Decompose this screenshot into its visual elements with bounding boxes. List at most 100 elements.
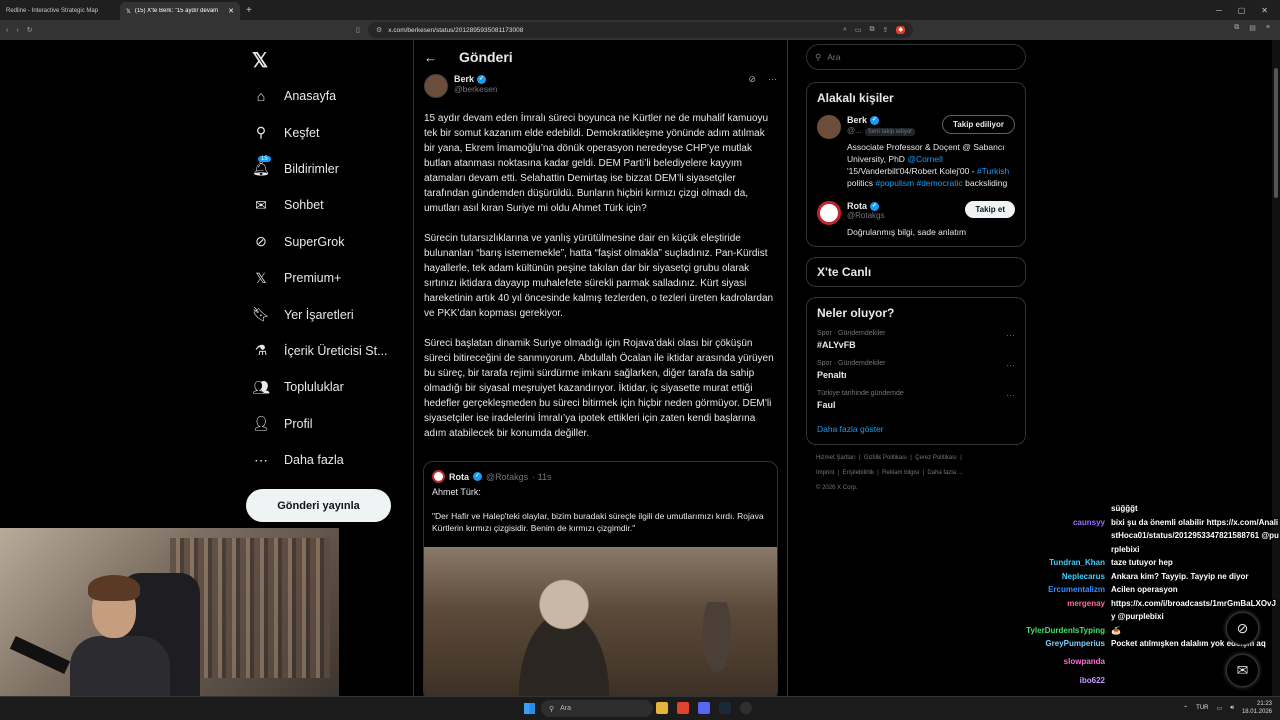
grok-floating-button[interactable]: ⊘	[1226, 612, 1259, 645]
install-icon[interactable]: ⧉	[870, 26, 875, 34]
back-icon[interactable]: ‹	[6, 27, 8, 34]
footer-link[interactable]: Çerez Politikası	[915, 455, 957, 461]
chat-user: Tundran_Khan	[1049, 558, 1105, 567]
nav-profile[interactable]: 👤︎ Profil	[252, 406, 388, 442]
post-button[interactable]: Gönderi yayınla	[246, 489, 391, 522]
quoted-post[interactable]: Rota ✓ @Rotakgs · 11s Ahmet Türk: "Der H…	[423, 461, 778, 696]
nav-grok[interactable]: ⊘ SuperGrok	[252, 224, 388, 260]
bio-hashtag[interactable]: #populism	[875, 178, 914, 188]
maximize-button[interactable]: ▢	[1238, 6, 1246, 15]
more-icon[interactable]: ···	[1006, 390, 1015, 410]
obs-icon[interactable]	[740, 702, 752, 714]
discord-icon[interactable]	[698, 702, 710, 714]
footer-link[interactable]: Gizlilik Politikası	[864, 455, 907, 461]
nav-home[interactable]: ⌂ Anasayfa	[252, 78, 388, 114]
close-icon[interactable]: ✕	[228, 7, 234, 15]
reload-icon[interactable]: ↻	[27, 26, 33, 34]
quote-photo[interactable]	[424, 547, 777, 696]
back-arrow-icon[interactable]: ←	[424, 50, 437, 65]
clock-date: 18.01.2026	[1241, 709, 1272, 715]
clock[interactable]: 21:23 18.01.2026	[1242, 700, 1272, 716]
search-input[interactable]: ⚲ Ara	[806, 44, 1026, 70]
x-icon: 𝕏	[255, 269, 267, 286]
windows-start-icon[interactable]	[524, 703, 535, 714]
bio-hashtag[interactable]: #Turkish	[977, 166, 1009, 176]
scroll-thumb[interactable]	[1274, 68, 1278, 198]
tab-redline[interactable]: Redline - Interactive Strategic Map	[0, 2, 120, 20]
search-icon: ⚲	[815, 51, 822, 62]
footer-link[interactable]: Hizmet Şartları	[816, 455, 856, 461]
trend-item[interactable]: Türkiye tarihinde gündemde Faul ···	[817, 390, 1015, 410]
footer-link[interactable]: Reklam bilgisi	[882, 470, 919, 476]
bookmark-icon[interactable]: ▯	[356, 26, 360, 34]
verified-icon: ✓	[870, 115, 880, 125]
more-icon[interactable]: ···	[1006, 360, 1015, 380]
tab-x-post[interactable]: 𝕏 (15) X'te Berk: "15 aydır devam e… ✕	[120, 2, 240, 20]
nav-communities[interactable]: 👥︎ Topluluklar	[252, 369, 388, 405]
brave-browser-icon[interactable]	[677, 702, 689, 714]
share-icon[interactable]: ⇪	[883, 26, 889, 34]
author-name-row[interactable]: Berk ✓	[454, 74, 498, 84]
nav-creator-studio[interactable]: ⚗ İçerik Üreticisi St...	[252, 333, 388, 369]
volume-icon[interactable]: 🔊︎	[1230, 705, 1234, 712]
nav-label: Anasayfa	[284, 89, 337, 104]
site-info-icon[interactable]: ⚙	[376, 26, 382, 34]
follow-button[interactable]: Takip et	[965, 201, 1015, 218]
show-more-link[interactable]: Daha fazla göster	[817, 424, 1015, 434]
footer-link[interactable]: Erişilebilirlik	[843, 470, 874, 476]
bio-hashtag[interactable]: #democratic	[916, 178, 962, 188]
chat-user: ibo622	[1079, 676, 1105, 685]
post-author: Berk ✓ @berkesen ⊘ ···	[414, 74, 787, 104]
zoom-icon[interactable]: ⌕	[843, 26, 847, 34]
menu-icon[interactable]: ≡	[1266, 24, 1270, 32]
nav-explore[interactable]: ⚲ Keşfet	[252, 114, 388, 150]
following-button[interactable]: Takip ediliyor	[942, 115, 1015, 134]
avatar[interactable]	[424, 74, 448, 98]
related-person[interactable]: Rota ✓ @Rotakgs Takip et Doğrulanmış bilg…	[817, 201, 1015, 238]
more-icon[interactable]: ···	[768, 74, 777, 85]
person-icon: 👤︎	[252, 415, 270, 432]
file-explorer-icon[interactable]	[656, 702, 668, 714]
chevron-up-icon[interactable]: ⌃	[1183, 705, 1188, 712]
person-handle: @...	[847, 126, 862, 135]
messages-floating-button[interactable]: ✉	[1226, 654, 1259, 687]
post-header: ← Gönderi	[414, 40, 787, 74]
steam-icon[interactable]	[719, 702, 731, 714]
grok-icon[interactable]: ⊘	[748, 74, 756, 85]
flask-icon: ⚗	[254, 342, 268, 359]
taskbar: ⚲ Ara ⌃ TUR ▭ 🔊︎ 21:23 18.01.2026	[0, 696, 1280, 720]
x-live-panel[interactable]: X'te Canlı	[806, 257, 1026, 287]
brave-shield-icon[interactable]: ◆	[896, 26, 905, 34]
footer-link[interactable]: Daha fazla …	[927, 470, 963, 476]
language-indicator[interactable]: TUR	[1196, 705, 1208, 711]
nav-more[interactable]: ⋯ Daha fazla	[252, 442, 388, 478]
nav-bookmarks[interactable]: 🔖︎ Yer İşaretleri	[252, 296, 388, 332]
bell-icon: 🔔︎	[252, 160, 270, 177]
bio-mention[interactable]: @Cornell	[907, 154, 943, 164]
trend-item[interactable]: Spor · Gündemdekiler #ALYvFB ···	[817, 330, 1015, 350]
post-paragraph: Sürecin tutarsızlıklarına ve yanlış yürü…	[424, 233, 774, 319]
close-window-button[interactable]: ✕	[1261, 6, 1268, 15]
forward-icon[interactable]: ›	[16, 27, 18, 34]
new-tab-button[interactable]: +	[240, 5, 258, 16]
extensions-icon[interactable]: ⧉	[1234, 24, 1239, 32]
nav-notifications[interactable]: 🔔︎ 15 Bildirimler	[252, 151, 388, 187]
taskbar-search[interactable]: ⚲ Ara	[541, 700, 653, 717]
more-icon[interactable]: ···	[1006, 330, 1015, 350]
nav-premium[interactable]: 𝕏 Premium+	[252, 260, 388, 296]
network-icon[interactable]: ▭	[1217, 705, 1223, 712]
chat-text: Ankara kim? Tayyip. Tayyip ne diyor	[1111, 571, 1249, 581]
x-logo-icon[interactable]: 𝕏	[252, 48, 268, 73]
mail-icon: ✉	[1236, 662, 1249, 678]
footer-link[interactable]: Imprint	[816, 470, 834, 476]
nav-messages[interactable]: ✉ Sohbet	[252, 187, 388, 223]
related-person[interactable]: Berk ✓ @... Seni takip ediyor Takip ediliy…	[817, 115, 1015, 189]
quote-text: "Der Hafir ve Halep'teki olaylar, bizim …	[432, 511, 764, 533]
cast-icon[interactable]: ▭	[855, 26, 862, 34]
trend-item[interactable]: Spor · Gündemdekiler Penaltı ···	[817, 360, 1015, 380]
chat-user: Ercumentalizm	[1048, 585, 1105, 594]
minimize-button[interactable]: ─	[1216, 6, 1222, 15]
url-field[interactable]: ⚙ x.com/berkesen/status/2012895935081173…	[368, 22, 913, 38]
sidebar-toggle-icon[interactable]: ▤	[1249, 24, 1256, 32]
trend-name: #ALYvFB	[817, 340, 856, 350]
